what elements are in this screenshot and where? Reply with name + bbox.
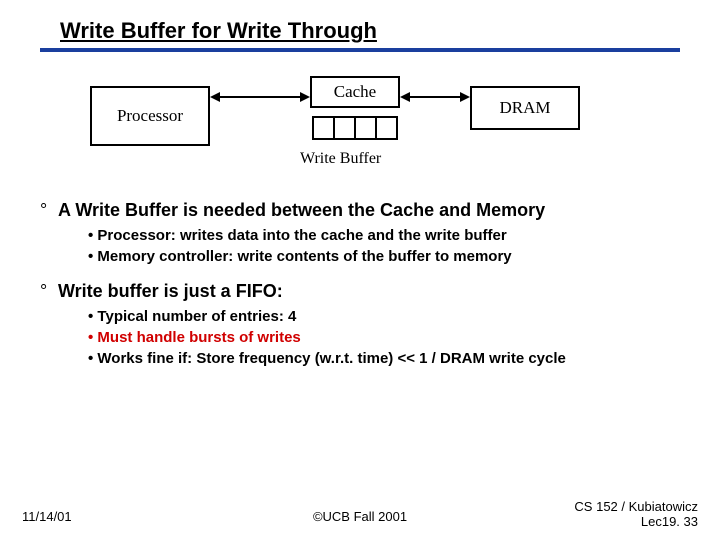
footer-right: CS 152 / Kubiatowicz Lec19. 33 xyxy=(574,499,698,530)
arrow-cache-dram xyxy=(402,96,468,98)
bullet-2: ° Write buffer is just a FIFO: xyxy=(40,281,680,302)
slide-title: Write Buffer for Write Through xyxy=(60,18,377,44)
sub-item: Must handle bursts of writes xyxy=(88,329,680,346)
degree-icon: ° xyxy=(40,200,58,221)
arrowhead-left-icon xyxy=(400,92,410,102)
bullet-2-head: Write buffer is just a FIFO: xyxy=(58,281,680,302)
write-buffer-cells xyxy=(312,116,398,140)
footer-course: CS 152 / Kubiatowicz xyxy=(574,499,698,514)
footer-lecnum: Lec19. 33 xyxy=(641,514,698,529)
sub-item: Works fine if: Store frequency (w.r.t. t… xyxy=(88,350,680,367)
arrowhead-right-icon xyxy=(300,92,310,102)
processor-box: Processor xyxy=(90,86,210,146)
write-buffer-label: Write Buffer xyxy=(300,150,381,168)
bullet-1: ° A Write Buffer is needed between the C… xyxy=(40,200,680,221)
dram-box: DRAM xyxy=(470,86,580,130)
sub-item: Typical number of entries: 4 xyxy=(88,308,680,325)
arrowhead-left-icon xyxy=(210,92,220,102)
arrow-proc-cache xyxy=(212,96,308,98)
bullet-1-head: A Write Buffer is needed between the Cac… xyxy=(58,200,680,221)
bullet-2-subs: Typical number of entries: 4 Must handle… xyxy=(88,308,680,367)
cache-box: Cache xyxy=(310,76,400,108)
diagram: Processor Cache DRAM Write Buffer xyxy=(90,76,610,196)
content-area: ° A Write Buffer is needed between the C… xyxy=(40,200,680,383)
degree-icon: ° xyxy=(40,281,58,302)
bullet-1-subs: Processor: writes data into the cache an… xyxy=(88,227,680,265)
sub-item: Memory controller: write contents of the… xyxy=(88,248,680,265)
title-rule xyxy=(40,48,680,52)
sub-item: Processor: writes data into the cache an… xyxy=(88,227,680,244)
arrowhead-right-icon xyxy=(460,92,470,102)
